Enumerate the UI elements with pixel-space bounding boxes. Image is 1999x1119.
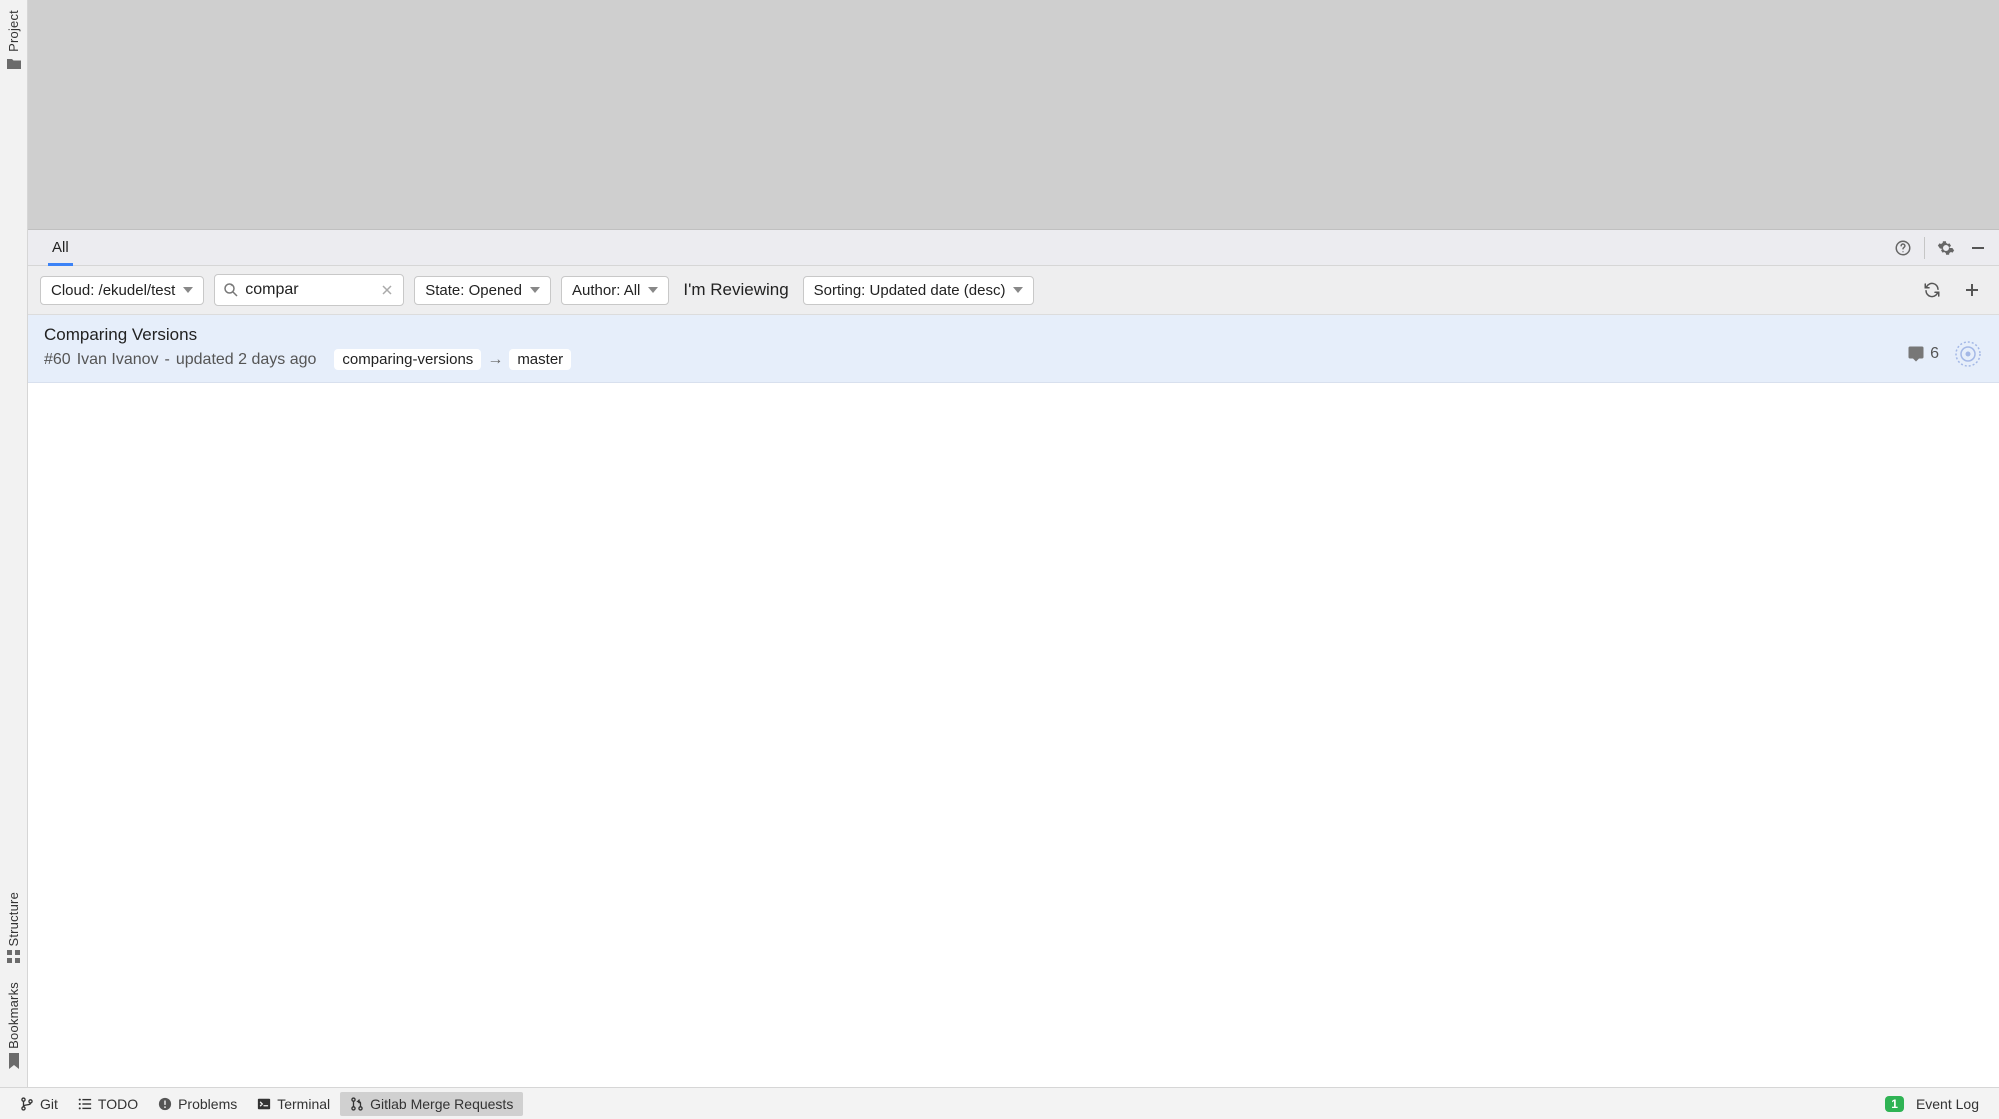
rail-item-structure[interactable]: Structure xyxy=(6,892,21,965)
comments-number: 6 xyxy=(1930,345,1939,363)
refresh-icon xyxy=(1923,281,1941,299)
search-box[interactable] xyxy=(214,274,404,306)
merge-request-title: Comparing Versions xyxy=(44,325,1895,345)
chevron-down-icon xyxy=(183,287,193,293)
search-input[interactable] xyxy=(245,281,377,299)
merge-icon xyxy=(350,1097,364,1111)
tab-label: All xyxy=(52,239,69,256)
event-log-badge: 1 xyxy=(1885,1096,1904,1112)
merge-request-row[interactable]: Comparing Versions #60 Ivan Ivanov - upd… xyxy=(28,315,1999,383)
filters-toolbar: Cloud: /ekudel/test xyxy=(28,266,1999,315)
rail-label-project: Project xyxy=(6,10,21,52)
hide-panel-button[interactable] xyxy=(1963,233,1993,263)
cloud-dropdown-label: Cloud: /ekudel/test xyxy=(51,282,175,299)
statusbar-terminal-label: Terminal xyxy=(277,1096,330,1112)
gear-icon xyxy=(1937,239,1955,257)
list-icon xyxy=(78,1097,92,1111)
add-button[interactable] xyxy=(1957,275,1987,305)
bookmark-icon xyxy=(7,1053,21,1069)
merge-request-id: #60 xyxy=(44,351,71,369)
merge-request-list: Comparing Versions #60 Ivan Ivanov - upd… xyxy=(28,315,1999,1087)
warning-icon xyxy=(158,1097,172,1111)
close-icon xyxy=(381,284,393,296)
main-area: All xyxy=(28,0,1999,1087)
rail-label-structure: Structure xyxy=(6,892,21,947)
sorting-dropdown[interactable]: Sorting: Updated date (desc) xyxy=(803,276,1035,305)
chevron-down-icon xyxy=(1013,287,1023,293)
statusbar-todo[interactable]: TODO xyxy=(68,1092,148,1116)
structure-icon xyxy=(7,950,21,964)
merge-request-author: Ivan Ivanov xyxy=(77,351,159,369)
refresh-button[interactable] xyxy=(1917,275,1947,305)
terminal-icon xyxy=(257,1097,271,1111)
statusbar-event-log-label: Event Log xyxy=(1916,1096,1979,1112)
rail-label-bookmarks: Bookmarks xyxy=(6,982,21,1049)
statusbar-problems-label: Problems xyxy=(178,1096,237,1112)
chevron-down-icon xyxy=(648,287,658,293)
search-icon xyxy=(223,282,239,298)
clear-search-button[interactable] xyxy=(377,282,397,298)
editor-empty-area xyxy=(28,0,1999,230)
statusbar-todo-label: TODO xyxy=(98,1096,138,1112)
source-branch-pill: comparing-versions xyxy=(334,349,481,370)
merge-request-updated: updated 2 days ago xyxy=(176,351,317,369)
author-dropdown[interactable]: Author: All xyxy=(561,276,669,305)
merge-requests-panel: All xyxy=(28,230,1999,1087)
author-dropdown-label: Author: All xyxy=(572,282,640,299)
statusbar-gitlab-mr[interactable]: Gitlab Merge Requests xyxy=(340,1092,523,1116)
target-branch-pill: master xyxy=(509,349,571,370)
statusbar-problems[interactable]: Problems xyxy=(148,1092,247,1116)
rail-item-bookmarks[interactable]: Bookmarks xyxy=(6,982,21,1069)
merge-request-subtitle: #60 Ivan Ivanov - updated 2 days ago com… xyxy=(44,349,1895,370)
panel-tabs-actions xyxy=(1888,233,1999,263)
state-dropdown-label: State: Opened xyxy=(425,282,522,299)
help-button[interactable] xyxy=(1888,233,1918,263)
status-bar: Git TODO Problems Terminal Gitlab Merge … xyxy=(0,1087,1999,1119)
chevron-down-icon xyxy=(530,287,540,293)
state-dropdown[interactable]: State: Opened xyxy=(414,276,551,305)
left-tool-rail: Project Structure Bookmarks xyxy=(0,0,28,1087)
sorting-dropdown-label: Sorting: Updated date (desc) xyxy=(814,282,1006,299)
separator: - xyxy=(165,351,170,369)
im-reviewing-filter[interactable]: I'm Reviewing xyxy=(679,280,792,300)
tab-all[interactable]: All xyxy=(40,230,81,265)
settings-button[interactable] xyxy=(1931,233,1961,263)
im-reviewing-label: I'm Reviewing xyxy=(683,280,788,299)
statusbar-terminal[interactable]: Terminal xyxy=(247,1092,340,1116)
panel-tabs-row: All xyxy=(28,230,1999,266)
statusbar-event-log[interactable]: 1 Event Log xyxy=(1875,1092,1989,1116)
arrow-right-icon: → xyxy=(487,351,503,369)
branch-icon xyxy=(20,1097,34,1111)
merge-request-meta: 6 xyxy=(1895,325,1983,369)
statusbar-git-label: Git xyxy=(40,1096,58,1112)
statusbar-git[interactable]: Git xyxy=(10,1092,68,1116)
comments-count: 6 xyxy=(1907,345,1939,363)
help-icon xyxy=(1894,239,1912,257)
cloud-dropdown[interactable]: Cloud: /ekudel/test xyxy=(40,276,204,305)
folder-icon xyxy=(6,56,22,72)
statusbar-gitlab-mr-label: Gitlab Merge Requests xyxy=(370,1096,513,1112)
divider xyxy=(1924,237,1925,259)
minimize-icon xyxy=(1970,240,1986,256)
pipeline-status-icon xyxy=(1953,339,1983,369)
rail-item-project[interactable]: Project xyxy=(6,10,22,72)
comment-icon xyxy=(1907,345,1925,363)
plus-icon xyxy=(1964,282,1980,298)
merge-request-main: Comparing Versions #60 Ivan Ivanov - upd… xyxy=(44,325,1895,370)
